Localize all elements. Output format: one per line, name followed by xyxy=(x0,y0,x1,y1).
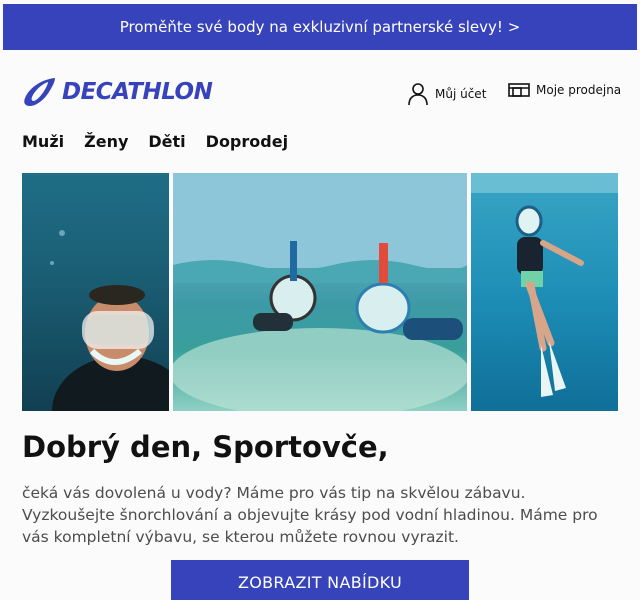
decathlon-logo[interactable]: DECATHLON xyxy=(22,76,213,108)
main-nav: Muži Ženy Děti Doprodej xyxy=(22,132,288,151)
promo-banner-text[interactable]: Proměňte své body na exkluzivní partners… xyxy=(120,18,521,36)
user-icon xyxy=(408,83,428,106)
hero-images[interactable] xyxy=(22,173,618,411)
logo-text: DECATHLON xyxy=(62,79,213,105)
greeting-heading: Dobrý den, Sportovče, xyxy=(22,430,389,464)
promo-banner[interactable]: Proměňte své body na exkluzivní partners… xyxy=(3,4,637,50)
nav-item-muzi[interactable]: Muži xyxy=(22,132,64,151)
show-offer-button[interactable]: ZOBRAZIT NABÍDKU xyxy=(171,560,469,600)
hero-image-diver[interactable] xyxy=(22,173,169,411)
nav-item-deti[interactable]: Děti xyxy=(148,132,185,151)
hero-image-snorkelers[interactable] xyxy=(173,173,467,411)
account-link[interactable]: Můj účet xyxy=(407,82,486,106)
hero-image-swimmer[interactable] xyxy=(471,173,618,411)
nav-item-doprodej[interactable]: Doprodej xyxy=(206,132,288,151)
email-page: Proměňte své body na exkluzivní partners… xyxy=(0,0,640,600)
store-link[interactable]: Moje prodejna xyxy=(508,82,621,98)
store-label: Moje prodejna xyxy=(536,83,622,97)
store-icon xyxy=(508,83,530,97)
intro-paragraph: čeká vás dovolená u vody? Máme pro vás t… xyxy=(22,484,598,546)
header: DECATHLON Můj účet Moje prodejna Muži Že… xyxy=(0,50,640,176)
account-label: Můj účet xyxy=(435,87,487,101)
nav-item-zeny[interactable]: Ženy xyxy=(84,132,128,151)
decathlon-swoosh-icon xyxy=(24,78,55,106)
